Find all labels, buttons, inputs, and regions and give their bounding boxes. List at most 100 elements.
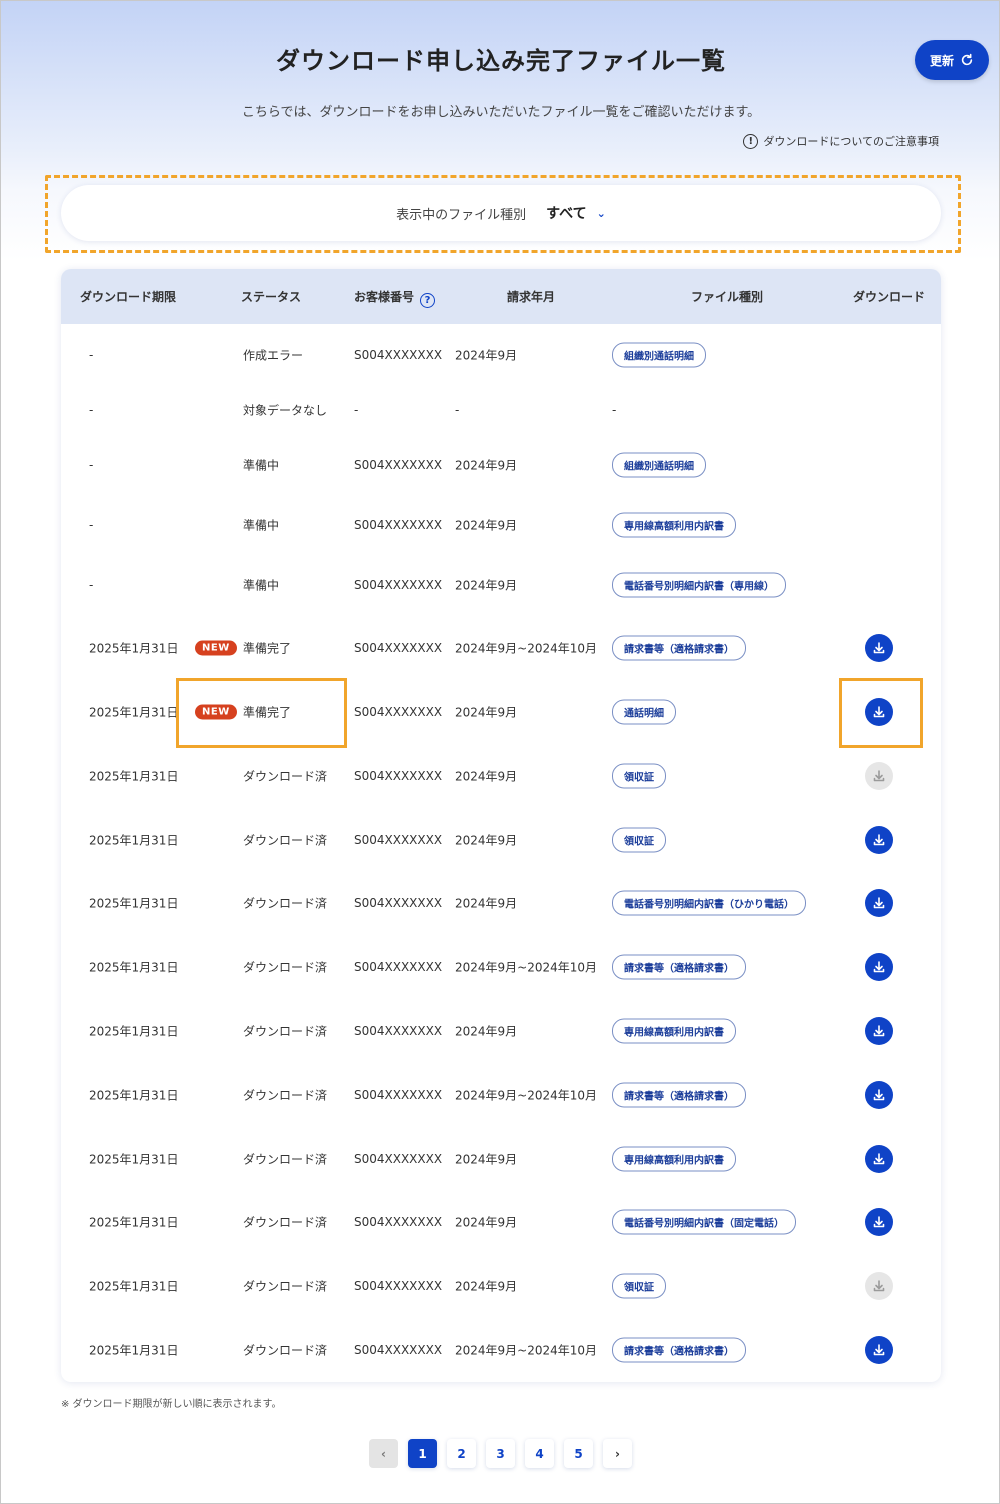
download-icon: [871, 768, 887, 784]
table-row: - 準備中 S004XXXXXXX 2024年9月 組織別通話明細: [61, 435, 941, 495]
new-badge: NEW: [195, 640, 237, 656]
table-row: 2025年1月31日 ダウンロード済 S004XXXXXXX 2024年9月 電話番号別…: [61, 873, 941, 933]
status-cell: ダウンロード済: [243, 896, 328, 911]
table-row: 2025年1月31日 ダウンロード済 S004XXXXXXX 2024年9月~2024…: [61, 937, 941, 997]
download-button[interactable]: [865, 1145, 893, 1173]
deadline-cell: 2025年1月31日: [89, 1279, 179, 1294]
customer-no-cell: -: [354, 403, 359, 417]
customer-no-cell: S004XXXXXXX: [354, 833, 443, 847]
deadline-cell: 2025年1月31日: [89, 1215, 179, 1230]
download-button-disabled: [865, 1272, 893, 1300]
status-cell: 準備完了: [243, 641, 292, 656]
file-type-tag: 専用線高額利用内訳書: [612, 1146, 736, 1172]
help-icon[interactable]: ?: [420, 293, 436, 308]
deadline-cell: -: [89, 518, 94, 532]
customer-no-cell: S004XXXXXXX: [354, 518, 443, 532]
refresh-button[interactable]: 更新: [915, 40, 989, 80]
customer-no-cell: S004XXXXXXX: [354, 1343, 443, 1357]
sort-footnote: ※ ダウンロード期限が新しい順に表示されます。: [61, 1399, 282, 1410]
download-button[interactable]: [865, 1081, 893, 1109]
file-type-tag: 請求書等（適格請求書）: [612, 954, 746, 980]
col-deadline: ダウンロード期限: [80, 290, 177, 304]
notice-link[interactable]: ! ダウンロードについてのご注意事項: [743, 133, 939, 149]
page-1-button[interactable]: 1: [408, 1439, 437, 1468]
table-row: - 対象データなし - - -: [61, 380, 941, 440]
billing-month-cell: 2024年9月: [455, 1024, 518, 1039]
download-icon: [871, 1342, 887, 1358]
filter-label: 表示中のファイル種別: [396, 207, 527, 223]
col-billing-month: 請求年月: [507, 290, 556, 304]
file-type-tag: 専用線高額利用内訳書: [612, 1018, 736, 1044]
table-row: 2025年1月31日 ダウンロード済 S004XXXXXXX 2024年9月 電話番号別…: [61, 1192, 941, 1252]
page-3-button[interactable]: 3: [486, 1439, 515, 1468]
deadline-cell: -: [89, 403, 94, 417]
download-button[interactable]: [865, 1336, 893, 1364]
customer-no-cell: S004XXXXXXX: [354, 348, 443, 362]
billing-month-cell: 2024年9月: [455, 458, 518, 473]
table-row: 2025年1月31日 ダウンロード済 S004XXXXXXX 2024年9月 領収証: [61, 1256, 941, 1316]
file-type-tag: 組織別通話明細: [612, 452, 706, 478]
file-type-select[interactable]: すべて ⌄: [546, 203, 606, 223]
customer-no-cell: S004XXXXXXX: [354, 458, 443, 472]
download-button[interactable]: [865, 634, 893, 662]
status-cell: 準備中: [243, 518, 280, 533]
file-type-tag: 請求書等（適格請求書）: [612, 1337, 746, 1363]
page-2-button[interactable]: 2: [447, 1439, 476, 1468]
customer-no-cell: S004XXXXXXX: [354, 1215, 443, 1229]
page-numbers: 12345: [408, 1439, 593, 1468]
status-cell: ダウンロード済: [243, 833, 328, 848]
download-table: ダウンロード期限 ステータス お客様番号? 請求年月 ファイル種別 ダウンロード…: [61, 269, 941, 1382]
deadline-cell: 2025年1月31日: [89, 769, 179, 784]
status-cell: 作成エラー: [243, 348, 304, 363]
download-button[interactable]: [865, 1017, 893, 1045]
file-type-tag: 組織別通話明細: [612, 342, 706, 368]
table-row: 2025年1月31日 NEW 準備完了 S004XXXXXXX 2024年9月~2024…: [61, 618, 941, 678]
col-download: ダウンロード: [853, 290, 926, 304]
billing-month-cell: 2024年9月~2024年10月: [455, 1343, 598, 1358]
table-row: - 準備中 S004XXXXXXX 2024年9月 電話番号別明細内訳書（専用線）: [61, 555, 941, 615]
customer-no-cell: S004XXXXXXX: [354, 1279, 443, 1293]
table-row: - 準備中 S004XXXXXXX 2024年9月 専用線高額利用内訳書: [61, 495, 941, 555]
billing-month-cell: 2024年9月: [455, 1279, 518, 1294]
deadline-cell: 2025年1月31日: [89, 1152, 179, 1167]
deadline-cell: 2025年1月31日: [89, 833, 179, 848]
status-cell: ダウンロード済: [243, 1024, 328, 1039]
download-icon: [871, 1278, 887, 1294]
file-type-tag: 電話番号別明細内訳書（専用線）: [612, 572, 786, 598]
file-type-tag: 請求書等（適格請求書）: [612, 1082, 746, 1108]
col-status: ステータス: [241, 290, 302, 304]
download-button-disabled: [865, 762, 893, 790]
notice-link-label: ダウンロードについてのご注意事項: [763, 135, 939, 148]
billing-month-cell: 2024年9月: [455, 1215, 518, 1230]
download-icon: [871, 640, 887, 656]
pagination: ‹ 12345 ›: [369, 1439, 632, 1468]
file-type-tag: 領収証: [612, 1273, 666, 1299]
status-highlight-frame: [176, 678, 347, 748]
col-file-type: ファイル種別: [691, 290, 764, 304]
info-icon: !: [743, 133, 759, 149]
download-icon: [871, 959, 887, 975]
download-highlight-frame: [839, 678, 923, 748]
page-5-button[interactable]: 5: [564, 1439, 593, 1468]
customer-no-cell: S004XXXXXXX: [354, 705, 443, 719]
download-button[interactable]: [865, 889, 893, 917]
table-row: 2025年1月31日 ダウンロード済 S004XXXXXXX 2024年9月~2024…: [61, 1320, 941, 1380]
download-button[interactable]: [865, 1208, 893, 1236]
billing-month-cell: 2024年9月~2024年10月: [455, 641, 598, 656]
billing-month-cell: 2024年9月: [455, 1152, 518, 1167]
deadline-cell: 2025年1月31日: [89, 641, 179, 656]
table-row: - 作成エラー S004XXXXXXX 2024年9月 組織別通話明細: [61, 325, 941, 385]
prev-page-button[interactable]: ‹: [369, 1439, 398, 1468]
status-cell: ダウンロード済: [243, 1279, 328, 1294]
download-button[interactable]: [865, 953, 893, 981]
table-row: 2025年1月31日 ダウンロード済 S004XXXXXXX 2024年9月~2024…: [61, 1065, 941, 1125]
download-icon: [871, 1023, 887, 1039]
customer-no-cell: S004XXXXXXX: [354, 641, 443, 655]
next-page-button[interactable]: ›: [603, 1439, 632, 1468]
download-button[interactable]: [865, 826, 893, 854]
refresh-label: 更新: [929, 53, 954, 68]
chevron-right-icon: ›: [615, 1446, 620, 1461]
page-4-button[interactable]: 4: [525, 1439, 554, 1468]
customer-no-cell: S004XXXXXXX: [354, 896, 443, 910]
customer-no-cell: S004XXXXXXX: [354, 578, 443, 592]
